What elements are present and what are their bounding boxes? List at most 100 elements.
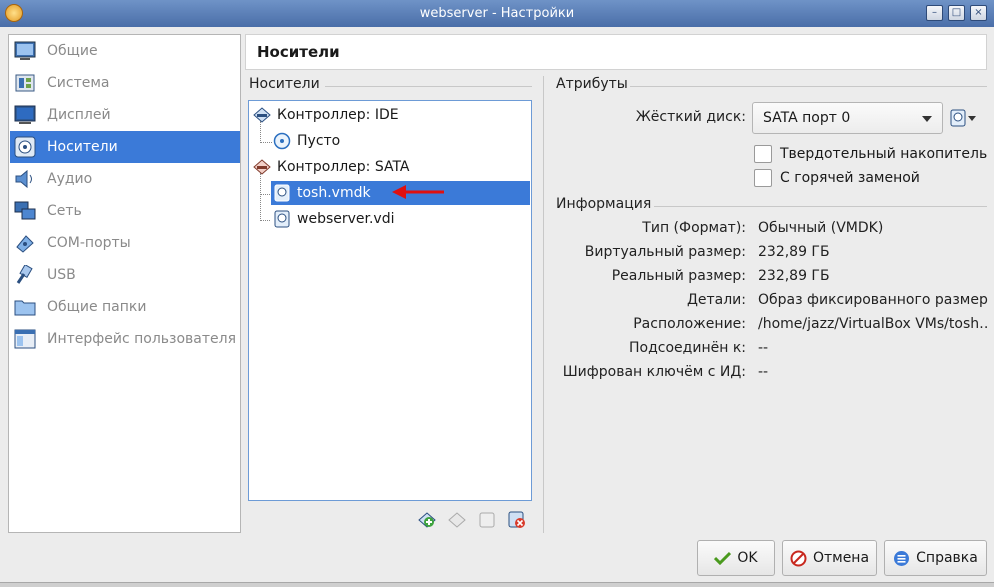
storage-tree[interactable]: Контроллер: IDE Пусто Контроллер: SATA t… <box>248 100 532 501</box>
sidebar-item-usb[interactable]: USB <box>10 259 240 291</box>
sidebar-item-label: Общие папки <box>47 299 147 315</box>
attributes-section-title: Атрибуты <box>556 76 628 92</box>
hard-disk-slot-value: SATA порт 0 <box>763 110 851 126</box>
info-value-encryption-key: -- <box>758 364 769 380</box>
sidebar-item-storage[interactable]: Носители <box>10 131 240 163</box>
sidebar-item-label: Общие <box>47 43 98 59</box>
tree-item-label: webserver.vdi <box>297 211 395 227</box>
network-icon <box>13 200 37 222</box>
info-label-attached-to: Подсоединён к: <box>629 340 746 356</box>
info-label-location: Расположение: <box>633 316 746 332</box>
tree-item-empty-optical[interactable]: Пусто <box>273 129 340 153</box>
sidebar-item-label: Сеть <box>47 203 82 219</box>
sidebar-item-system[interactable]: Система <box>10 67 240 99</box>
divider <box>325 86 532 87</box>
tree-guide-line <box>260 142 272 143</box>
info-value-attached-to: -- <box>758 340 769 356</box>
storage-icon <box>13 136 37 158</box>
minimize-icon[interactable]: – <box>926 5 943 21</box>
ssd-checkbox[interactable]: Твердотельный накопитель <box>754 145 987 163</box>
controller-icon <box>253 106 271 124</box>
info-value-type: Обычный (VMDK) <box>758 220 884 236</box>
close-icon[interactable]: × <box>970 5 987 21</box>
window-title: webserver - Настройки <box>419 6 575 21</box>
sidebar-item-serial-ports[interactable]: COM-порты <box>10 227 240 259</box>
cancel-icon <box>790 550 807 567</box>
remove-controller-icon[interactable] <box>447 510 467 530</box>
page-title: Носители <box>245 34 987 70</box>
info-label-type: Тип (Формат): <box>642 220 746 236</box>
hotplug-checkbox[interactable]: С горячей заменой <box>754 169 920 187</box>
help-icon <box>893 550 910 567</box>
tree-guide-line <box>260 220 270 221</box>
sidebar-item-general[interactable]: Общие <box>10 35 240 67</box>
cancel-button[interactable]: Отмена <box>782 540 877 576</box>
sidebar-item-network[interactable]: Сеть <box>10 195 240 227</box>
info-label-details: Детали: <box>686 292 746 308</box>
info-value-actual-size: 232,89 ГБ <box>758 268 830 284</box>
controller-icon <box>253 158 271 176</box>
ok-button-label: OK <box>737 550 758 566</box>
shared-folder-icon <box>13 296 37 318</box>
title-bar: webserver - Настройки – □ × <box>0 0 994 27</box>
sidebar-item-shared-folders[interactable]: Общие папки <box>10 291 240 323</box>
checkbox-box[interactable] <box>754 169 772 187</box>
info-value-details: Образ фиксированного размер… <box>758 292 988 308</box>
tree-item-ide-controller[interactable]: Контроллер: IDE <box>253 103 399 127</box>
info-value-virtual-size: 232,89 ГБ <box>758 244 830 260</box>
add-attachment-icon[interactable] <box>477 510 497 530</box>
audio-icon <box>13 168 37 190</box>
choose-disk-button[interactable] <box>950 108 986 128</box>
hotplug-checkbox-label: С горячей заменой <box>780 170 920 186</box>
ssd-checkbox-label: Твердотельный накопитель <box>780 146 988 162</box>
usb-icon <box>13 264 37 286</box>
settings-sidebar: Общие Система Дисплей Носители Аудио Сет… <box>8 34 241 533</box>
sidebar-item-label: Интерфейс пользователя <box>47 331 237 347</box>
divider <box>630 86 987 87</box>
sidebar-item-user-interface[interactable]: Интерфейс пользователя <box>10 323 240 355</box>
tree-item-label: Контроллер: IDE <box>277 107 399 123</box>
checkbox-box[interactable] <box>754 145 772 163</box>
chevron-down-icon <box>922 116 932 122</box>
sidebar-item-label: COM-порты <box>47 235 131 251</box>
tree-item-webserver-vdi[interactable]: webserver.vdi <box>273 207 395 231</box>
help-button[interactable]: Справка <box>884 540 987 576</box>
cancel-button-label: Отмена <box>812 550 870 566</box>
red-arrow-annotation <box>392 185 444 199</box>
general-icon <box>13 40 37 62</box>
sidebar-item-label: Дисплей <box>47 107 111 123</box>
hard-disk-icon <box>273 210 291 228</box>
maximize-icon[interactable]: □ <box>948 5 965 21</box>
tree-item-sata-controller[interactable]: Контроллер: SATA <box>253 155 410 179</box>
tree-item-label: tosh.vmdk <box>297 185 371 201</box>
divider <box>543 76 544 533</box>
sidebar-item-label: Аудио <box>47 171 93 187</box>
hard-disk-slot-select[interactable]: SATA порт 0 <box>752 102 943 134</box>
optical-disc-icon <box>273 132 291 150</box>
checkmark-icon <box>714 550 732 567</box>
add-controller-icon[interactable] <box>417 510 437 530</box>
sidebar-item-label: Носители <box>47 139 118 155</box>
serial-port-icon <box>13 232 37 254</box>
display-icon <box>13 104 37 126</box>
tree-guide-line <box>260 194 270 195</box>
hard-disk-label: Жёсткий диск: <box>635 109 746 125</box>
remove-attachment-icon[interactable] <box>507 510 527 530</box>
hard-disk-icon <box>273 184 291 202</box>
system-icon <box>13 72 37 94</box>
ok-button[interactable]: OK <box>697 540 775 576</box>
info-label-encryption-key: Шифрован ключём с ИД: <box>562 364 746 380</box>
storage-section-title: Носители <box>249 76 320 92</box>
tree-guide-line <box>260 173 261 221</box>
divider <box>654 206 987 207</box>
window-bottom-edge <box>0 582 994 587</box>
sidebar-item-label: Система <box>47 75 110 91</box>
chevron-down-icon <box>968 116 976 121</box>
sidebar-item-label: USB <box>47 267 76 283</box>
tree-item-label: Контроллер: SATA <box>277 159 410 175</box>
info-value-location: /home/jazz/VirtualBox VMs/tosh… <box>758 316 988 332</box>
tree-item-label: Пусто <box>297 133 341 149</box>
sidebar-item-audio[interactable]: Аудио <box>10 163 240 195</box>
sidebar-item-display[interactable]: Дисплей <box>10 99 240 131</box>
help-button-label: Справка <box>916 550 978 566</box>
